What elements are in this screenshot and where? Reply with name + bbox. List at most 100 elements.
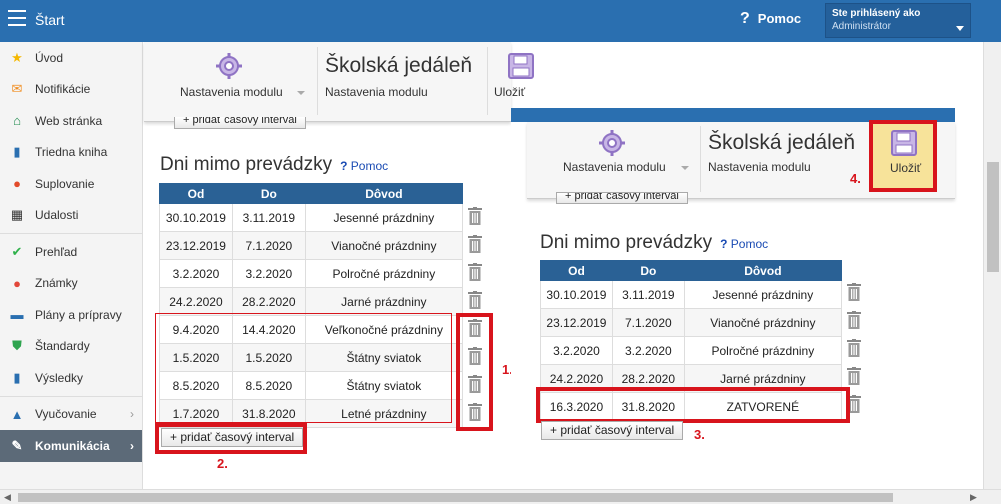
bar-chart-icon: ▮ <box>13 369 21 385</box>
cell-od[interactable]: 30.10.2019 <box>159 203 233 232</box>
cell-dovod[interactable]: Polročné prázdniny <box>304 259 464 288</box>
sidebar-divider <box>0 395 142 397</box>
chevron-down-icon[interactable] <box>681 166 689 170</box>
cell-od[interactable]: 3.2.2020 <box>540 336 613 365</box>
cell-do[interactable]: 28.2.2020 <box>231 287 306 316</box>
sidebar-item-vysledky[interactable]: ▮ Výsledky <box>0 362 142 394</box>
scroll-thumb[interactable] <box>18 493 893 502</box>
book-icon: ▮ <box>13 144 21 160</box>
column-header-od: Od <box>159 183 233 204</box>
sidebar-item-prehlad[interactable]: ✔ Prehľad <box>0 236 142 268</box>
trash-icon[interactable] <box>468 291 482 309</box>
cell-od[interactable]: 24.2.2020 <box>159 287 233 316</box>
column-header-dovod: Dôvod <box>304 183 464 204</box>
sidebar-item-plany-a-pripravy[interactable]: ▬ Plány a prípravy <box>0 299 142 331</box>
cell-do[interactable]: 7.1.2020 <box>611 308 685 337</box>
question-icon: ? <box>740 10 750 27</box>
sidebar-item-label: Komunikácia <box>35 438 110 453</box>
scroll-left-icon[interactable]: ◀ <box>4 492 11 503</box>
cell-od[interactable]: 3.2.2020 <box>159 259 233 288</box>
trash-icon[interactable] <box>847 311 861 329</box>
sidebar-item-udalosti[interactable]: ▦ Udalosti <box>0 200 142 232</box>
cell-od[interactable]: 30.10.2019 <box>540 280 613 309</box>
cell-dovod[interactable]: Vianočné prázdniny <box>683 308 843 337</box>
sidebar-divider <box>0 233 142 234</box>
module-toolbar: Nastavenia modulu Školská jedáleň Nastav… <box>144 42 534 122</box>
envelope-icon: ✉ <box>11 81 23 97</box>
cell-do[interactable]: 7.1.2020 <box>231 231 306 260</box>
menu-icon[interactable] <box>8 10 26 26</box>
cell-do[interactable]: 3.2.2020 <box>231 259 306 288</box>
trash-icon[interactable] <box>468 235 482 253</box>
module-title: Školská jedáleň <box>325 54 473 77</box>
add-interval-button-partial[interactable]: + pridať časový interval <box>556 192 688 204</box>
gear-icon[interactable] <box>598 129 626 157</box>
table-row: 23.12.2019 7.1.2020 Vianočné prázdniny <box>159 231 464 260</box>
briefcase-icon: ▬ <box>10 307 24 323</box>
user-dropdown[interactable]: Ste prihlásený ako Administrátor <box>825 3 971 38</box>
sidebar-item-web-stranka[interactable]: ⌂ Web stránka <box>0 105 142 137</box>
top-bar: Štart ? Pomoc Ste prihlásený ako Administ… <box>0 0 1001 42</box>
cell-od[interactable]: 23.12.2019 <box>159 231 233 260</box>
cell-dovod[interactable]: Jesenné prázdniny <box>304 203 464 232</box>
help-link[interactable]: ? Pomoc <box>740 10 801 28</box>
scroll-right-icon[interactable]: ▶ <box>970 492 977 503</box>
star-icon: ★ <box>11 49 23 65</box>
add-interval-button-partial[interactable]: + pridať časový interval <box>174 117 306 129</box>
cell-do[interactable]: 3.11.2019 <box>611 280 685 309</box>
sidebar-item-label: Notifikácie <box>35 82 91 97</box>
marker-3: 3. <box>694 427 705 442</box>
grade-icon: ● <box>13 275 21 291</box>
sidebar-item-label: Vyučovanie <box>35 407 97 422</box>
sidebar-item-uvod[interactable]: ★ Úvod <box>0 42 142 74</box>
divider <box>487 47 488 115</box>
cell-do[interactable]: 3.2.2020 <box>611 336 685 365</box>
module-subtitle: Nastavenia modulu <box>325 85 428 99</box>
sidebar-item-znamky[interactable]: ● Známky <box>0 268 142 300</box>
table-row: 24.2.2020 28.2.2020 Jarné prázdniny <box>159 287 464 316</box>
column-header-od: Od <box>540 260 613 281</box>
help-link[interactable]: ? Pomoc <box>720 237 768 251</box>
trash-icon[interactable] <box>847 339 861 357</box>
sidebar-item-label: Výsledky <box>35 370 84 385</box>
sidebar-item-standardy[interactable]: ⛊ Štandardy <box>0 331 142 363</box>
trash-icon[interactable] <box>468 207 482 225</box>
sidebar-item-notifikacie[interactable]: ✉ Notifikácie <box>0 74 142 106</box>
save-icon[interactable] <box>508 53 534 79</box>
chevron-down-icon[interactable] <box>297 91 305 95</box>
cell-dovod[interactable]: Polročné prázdniny <box>683 336 843 365</box>
chat-icon: ✎ <box>11 437 23 453</box>
column-header-do: Do <box>231 183 306 204</box>
app-title[interactable]: Štart <box>35 12 65 28</box>
module-settings-button[interactable]: Nastavenia modulu <box>180 85 283 99</box>
scroll-thumb[interactable] <box>987 162 999 272</box>
table-row: 30.10.2019 3.11.2019 Jesenné prázdniny <box>540 280 843 309</box>
cell-do[interactable]: 3.11.2019 <box>231 203 306 232</box>
trash-icon[interactable] <box>847 283 861 301</box>
cell-dovod[interactable]: Jarné prázdniny <box>304 287 464 316</box>
highlight-box <box>869 120 937 192</box>
horizontal-scrollbar[interactable]: ◀ ▶ <box>0 489 1001 504</box>
sidebar-item-vyucovanie[interactable]: ▲ Vyučovanie › <box>0 399 142 431</box>
trash-icon[interactable] <box>847 367 861 385</box>
highlight-box <box>155 313 452 423</box>
sidebar-item-triedna-kniha[interactable]: ▮ Triedna kniha <box>0 137 142 169</box>
cell-od[interactable]: 23.12.2019 <box>540 308 613 337</box>
cell-dovod[interactable]: Vianočné prázdniny <box>304 231 464 260</box>
trash-icon[interactable] <box>468 263 482 281</box>
sidebar-item-label: Štandardy <box>35 339 90 354</box>
sidebar-item-suplovanie[interactable]: ● Suplovanie <box>0 168 142 200</box>
vertical-scrollbar[interactable] <box>983 42 1001 489</box>
save-button[interactable]: Uložiť <box>494 85 525 99</box>
module-settings-button[interactable]: Nastavenia modulu <box>563 160 666 174</box>
sidebar-item-label: Plány a prípravy <box>35 307 122 322</box>
add-interval-button[interactable]: + pridať časový interval <box>541 421 684 440</box>
sidebar-item-komunikacia[interactable]: ✎ Komunikácia › <box>0 430 142 462</box>
gear-icon[interactable] <box>215 52 243 80</box>
help-link[interactable]: ? Pomoc <box>340 159 388 173</box>
table-row: 3.2.2020 3.2.2020 Polročné prázdniny <box>540 336 843 365</box>
sidebar-item-label: Prehľad <box>35 244 78 259</box>
sidebar: ★ Úvod ✉ Notifikácie ⌂ Web stránka ▮ Triedna kn… <box>0 42 143 489</box>
calendar-icon: ▦ <box>10 207 24 223</box>
cell-dovod[interactable]: Jesenné prázdniny <box>683 280 843 309</box>
